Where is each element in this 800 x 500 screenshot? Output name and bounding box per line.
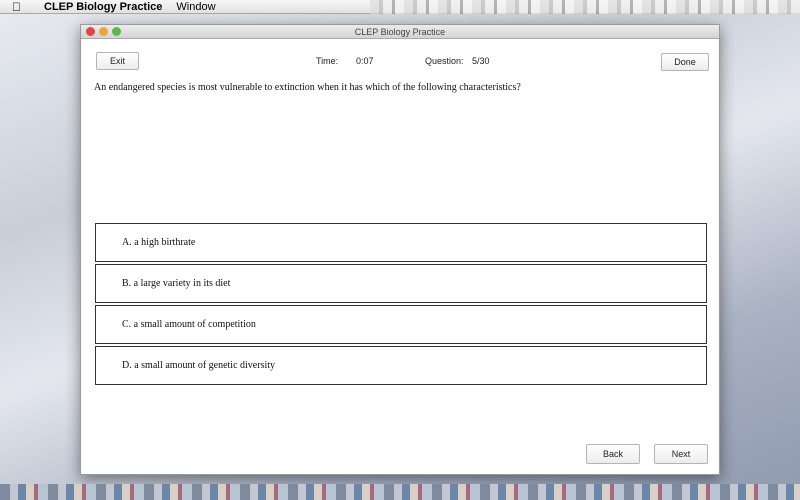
next-button[interactable]: Next: [654, 444, 708, 464]
time-label: Time:: [316, 56, 339, 66]
question-counter: 5/30: [472, 56, 490, 66]
answer-option-a[interactable]: A. a high birthrate: [95, 223, 707, 262]
question-text: An endangered species is most vulnerable…: [94, 82, 521, 93]
close-window-icon[interactable]: [86, 27, 95, 36]
dock: [0, 484, 800, 500]
zoom-window-icon[interactable]: [112, 27, 121, 36]
app-window: CLEP Biology Practice Exit Time: 0:07 Qu…: [80, 24, 720, 475]
apple-menu-icon[interactable]: : [12, 0, 24, 14]
back-button[interactable]: Back: [586, 444, 640, 464]
answer-option-d[interactable]: D. a small amount of genetic diversity: [95, 346, 707, 385]
minimize-window-icon[interactable]: [99, 27, 108, 36]
time-value: 0:07: [356, 56, 374, 66]
question-label: Question:: [425, 56, 464, 66]
answer-option-b[interactable]: B. a large variety in its diet: [95, 264, 707, 303]
menu-window[interactable]: Window: [176, 1, 215, 13]
title-bar: CLEP Biology Practice: [81, 25, 719, 39]
window-title: CLEP Biology Practice: [354, 27, 446, 37]
done-button[interactable]: Done: [661, 53, 709, 71]
menu-bar:  CLEP Biology Practice Window: [0, 0, 800, 14]
answer-option-c[interactable]: C. a small amount of competition: [95, 305, 707, 344]
menu-extras: [370, 0, 800, 14]
exit-button[interactable]: Exit: [96, 52, 139, 70]
menu-app-name[interactable]: CLEP Biology Practice: [44, 1, 162, 13]
